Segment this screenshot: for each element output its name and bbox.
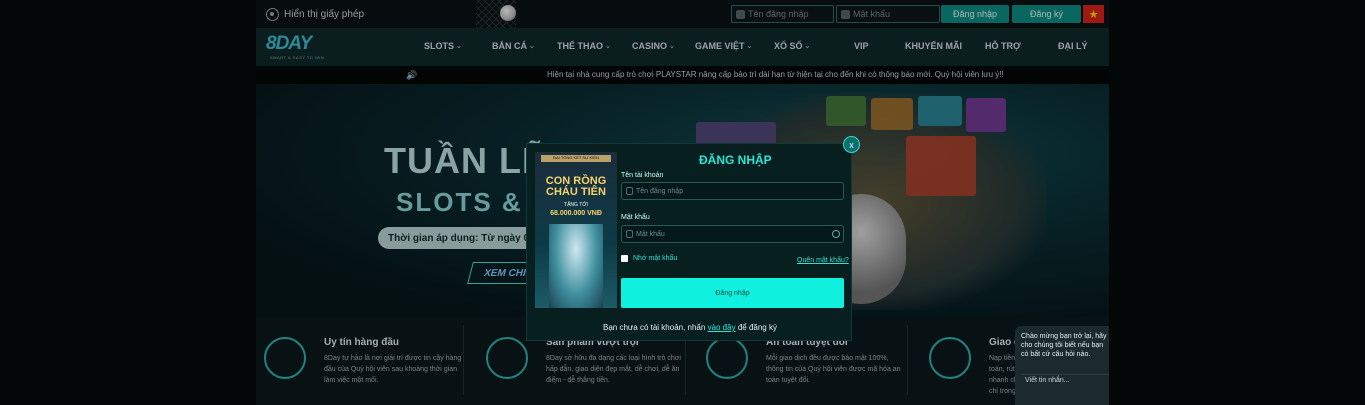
register-prompt: Bạn chưa có tài khoản, nhấn vào đây để đ… bbox=[527, 323, 853, 332]
remember-password-checkbox[interactable]: Nhớ mật khẩu bbox=[621, 255, 677, 262]
modal-password-input[interactable]: Mật khẩu bbox=[621, 225, 844, 243]
modal-login-button[interactable]: Đăng nhập bbox=[621, 278, 844, 308]
promo-amount: 68.000.000 VNĐ bbox=[550, 210, 602, 217]
modal-username-input[interactable]: Tên đăng nhập bbox=[621, 182, 844, 200]
chat-message-input[interactable]: Viết tin nhắn... bbox=[1021, 374, 1109, 388]
login-modal: ĐẠI TỔNG KẾT SỰ KIỆN CON RỒNG CHÁU TIÊN … bbox=[526, 136, 860, 341]
user-icon bbox=[626, 187, 633, 195]
promo-subtitle: TẶNG TỚI bbox=[564, 202, 588, 208]
chat-widget: Chào mừng bạn trở lại, hãy cho chúng tôi… bbox=[1015, 326, 1109, 405]
promo-character-figure bbox=[549, 224, 603, 308]
register-prompt-post: để đăng ký bbox=[735, 323, 777, 332]
eye-icon[interactable] bbox=[832, 230, 840, 238]
username-label: Tên tài khoản bbox=[621, 172, 664, 179]
checkbox-box[interactable] bbox=[621, 255, 628, 262]
modal-username-placeholder: Tên đăng nhập bbox=[636, 187, 684, 195]
close-icon[interactable]: x bbox=[843, 136, 860, 153]
register-prompt-pre: Bạn chưa có tài khoản, nhấn bbox=[603, 323, 708, 332]
lock-icon bbox=[626, 230, 633, 238]
promo-caption: ĐẠI TỔNG KẾT SỰ KIỆN bbox=[541, 155, 611, 162]
password-label: Mật khẩu bbox=[621, 214, 650, 221]
remember-label: Nhớ mật khẩu bbox=[633, 255, 678, 262]
register-here-link[interactable]: vào đây bbox=[708, 323, 736, 332]
promo-image: ĐẠI TỔNG KẾT SỰ KIỆN CON RỒNG CHÁU TIÊN … bbox=[535, 152, 617, 308]
chat-greeting: Chào mừng bạn trở lại, hãy cho chúng tôi… bbox=[1021, 333, 1107, 358]
modal-title: ĐĂNG NHẬP bbox=[699, 153, 772, 167]
forgot-password-link[interactable]: Quên mật khẩu? bbox=[797, 257, 849, 264]
promo-title: CON RỒNG CHÁU TIÊN bbox=[545, 175, 607, 198]
modal-password-placeholder: Mật khẩu bbox=[636, 230, 665, 238]
